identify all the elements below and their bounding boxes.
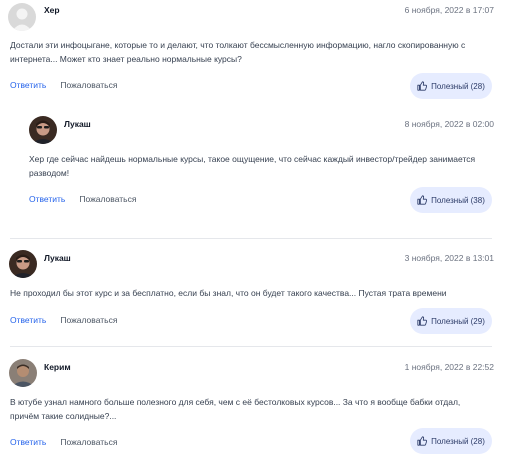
divider <box>10 238 492 239</box>
thumbs-up-icon <box>417 81 428 91</box>
reply-link[interactable]: Ответить <box>29 194 65 204</box>
useful-label: Полезный (38) <box>431 195 485 205</box>
thumbs-up-icon <box>417 316 428 326</box>
reply-link[interactable]: Ответить <box>10 80 46 90</box>
complain-link[interactable]: Пожаловаться <box>60 80 117 90</box>
reply-link[interactable]: Ответить <box>10 315 46 325</box>
comment-text: Хер где сейчас найдешь нормальные курсы,… <box>29 154 476 178</box>
useful-label: Полезный (28) <box>431 81 485 91</box>
divider <box>10 346 492 347</box>
complain-link[interactable]: Пожаловаться <box>79 194 136 204</box>
comment-date: 6 ноября, 2022 в 17:07 <box>404 5 494 15</box>
comment-text: Достали эти инфоцыгане, которые то и дел… <box>10 40 466 64</box>
comment-author: Лукаш <box>64 119 91 129</box>
comment-text: Не проходил бы этот курс и за бесплатно,… <box>10 288 447 298</box>
comment-date: 3 ноября, 2022 в 13:01 <box>404 253 494 263</box>
avatar <box>29 116 57 144</box>
useful-button[interactable]: Полезный (28) <box>410 428 492 454</box>
comment-author: Лукаш <box>44 253 71 263</box>
comment-actions: Ответить Пожаловаться <box>10 437 117 447</box>
complain-link[interactable]: Пожаловаться <box>60 437 117 447</box>
useful-button[interactable]: Полезный (29) <box>410 308 492 334</box>
avatar <box>9 359 37 387</box>
comment-actions: Ответить Пожаловаться <box>10 80 117 90</box>
comment-text: В ютубе узнал намного больше полезного д… <box>10 397 461 421</box>
comment-author: Хер <box>44 5 60 15</box>
comment-actions: Ответить Пожаловаться <box>29 194 136 204</box>
comment-actions: Ответить Пожаловаться <box>10 315 117 325</box>
complain-link[interactable]: Пожаловаться <box>60 315 117 325</box>
useful-button[interactable]: Полезный (28) <box>410 73 492 99</box>
comment-date: 8 ноября, 2022 в 02:00 <box>404 119 494 129</box>
avatar <box>9 250 37 278</box>
reply-link[interactable]: Ответить <box>10 437 46 447</box>
thumbs-up-icon <box>417 436 428 446</box>
comment-date: 1 ноября, 2022 в 22:52 <box>404 362 494 372</box>
avatar <box>8 3 36 31</box>
useful-label: Полезный (28) <box>431 436 485 446</box>
useful-label: Полезный (29) <box>431 316 485 326</box>
useful-button[interactable]: Полезный (38) <box>410 187 492 213</box>
thumbs-up-icon <box>417 195 428 205</box>
comment-author: Керим <box>44 362 71 372</box>
